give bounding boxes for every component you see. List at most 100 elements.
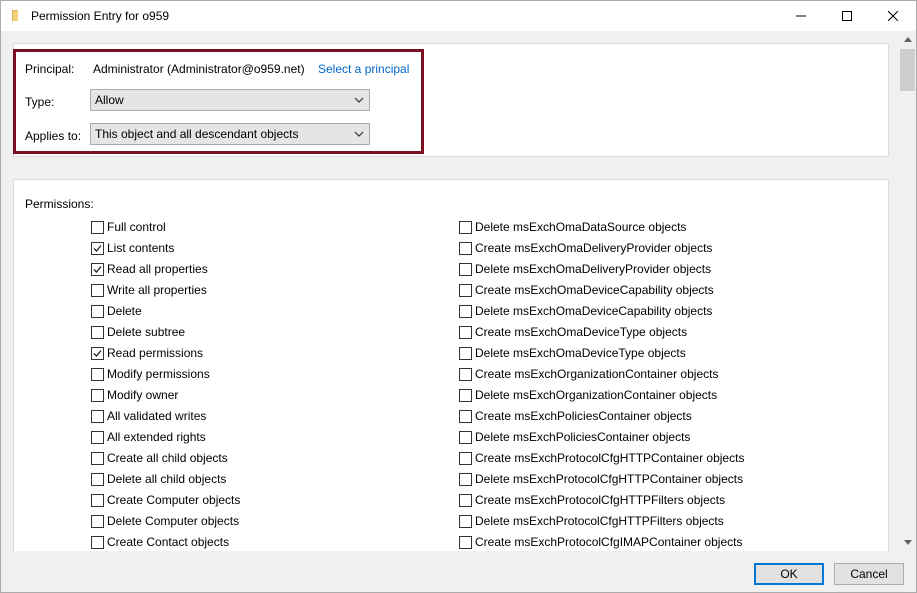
permission-item[interactable]: Create msExchOmaDeviceCapability objects bbox=[459, 282, 714, 298]
applies-to-select[interactable]: This object and all descendant objects bbox=[90, 123, 370, 145]
principal-label: Principal: bbox=[25, 62, 75, 76]
permission-checkbox[interactable] bbox=[459, 472, 472, 486]
applies-to-label: Applies to: bbox=[25, 129, 82, 143]
permission-checkbox[interactable] bbox=[91, 262, 104, 276]
permission-checkbox[interactable] bbox=[459, 367, 472, 381]
window-title: Permission Entry for o959 bbox=[31, 9, 170, 23]
permission-item[interactable]: List contents bbox=[91, 240, 174, 256]
permission-item[interactable]: Write all properties bbox=[91, 282, 207, 298]
permission-label: Delete bbox=[107, 304, 142, 318]
permission-item[interactable]: Create msExchOmaDeviceType objects bbox=[459, 324, 687, 340]
permission-item[interactable]: Create all child objects bbox=[91, 450, 228, 466]
permission-checkbox[interactable] bbox=[459, 409, 472, 423]
minimize-button[interactable] bbox=[778, 1, 824, 31]
permission-checkbox[interactable] bbox=[91, 388, 104, 402]
permission-item[interactable]: Create msExchProtocolCfgHTTPContainer ob… bbox=[459, 450, 744, 466]
permission-checkbox[interactable] bbox=[91, 472, 104, 486]
chevron-down-icon bbox=[354, 97, 364, 103]
permission-checkbox[interactable] bbox=[459, 346, 472, 360]
permission-item[interactable]: Modify owner bbox=[91, 387, 178, 403]
permission-item[interactable]: Delete all child objects bbox=[91, 471, 226, 487]
permission-checkbox[interactable] bbox=[91, 430, 104, 444]
permission-item[interactable]: Delete msExchProtocolCfgHTTPContainer ob… bbox=[459, 471, 743, 487]
permission-item[interactable]: Full control bbox=[91, 219, 166, 235]
permission-item[interactable]: All extended rights bbox=[91, 429, 206, 445]
checkmark-icon bbox=[93, 265, 102, 273]
permission-item[interactable]: All validated writes bbox=[91, 408, 206, 424]
permission-item[interactable]: Delete Computer objects bbox=[91, 513, 239, 529]
dialog-footer: OK Cancel bbox=[1, 551, 916, 592]
permissions-panel: Permissions: Full control List contents Re… bbox=[13, 179, 889, 551]
permissions-title: Permissions: bbox=[25, 197, 94, 211]
permission-item[interactable]: Create msExchPoliciesContainer objects bbox=[459, 408, 692, 424]
permission-item[interactable]: Delete subtree bbox=[91, 324, 185, 340]
permission-label: Delete msExchOrganizationContainer objec… bbox=[475, 388, 718, 402]
permission-label: Delete Computer objects bbox=[107, 514, 240, 528]
title-bar[interactable]: Permission Entry for o959 bbox=[1, 1, 916, 31]
permission-label: Create msExchProtocolCfgHTTPContainer ob… bbox=[475, 451, 745, 465]
permission-item[interactable]: Read permissions bbox=[91, 345, 203, 361]
type-select-value: Allow bbox=[95, 93, 124, 107]
permission-checkbox[interactable] bbox=[459, 451, 472, 465]
type-label: Type: bbox=[25, 95, 55, 109]
type-select[interactable]: Allow bbox=[90, 89, 370, 111]
permission-checkbox[interactable] bbox=[91, 535, 104, 549]
permission-item[interactable]: Create Contact objects bbox=[91, 534, 229, 550]
permission-item[interactable]: Delete msExchOmaDeliveryProvider objects bbox=[459, 261, 711, 277]
permission-checkbox[interactable] bbox=[91, 325, 104, 339]
principal-value: Administrator (Administrator@o959.net) bbox=[93, 62, 305, 76]
scroll-thumb[interactable] bbox=[900, 49, 915, 91]
ok-button[interactable]: OK bbox=[754, 563, 824, 585]
select-principal-link[interactable]: Select a principal bbox=[318, 62, 409, 76]
permission-item[interactable]: Delete msExchOmaDeviceCapability objects bbox=[459, 303, 712, 319]
permission-item[interactable]: Create Computer objects bbox=[91, 492, 240, 508]
permission-checkbox[interactable] bbox=[459, 283, 472, 297]
permission-item[interactable]: Delete msExchPoliciesContainer objects bbox=[459, 429, 690, 445]
permission-entry-window: Permission Entry for o959 Principal: Adm… bbox=[0, 0, 917, 593]
maximize-button[interactable] bbox=[824, 1, 870, 31]
permission-item[interactable]: Delete msExchOrganizationContainer objec… bbox=[459, 387, 717, 403]
permission-checkbox[interactable] bbox=[459, 388, 472, 402]
permission-checkbox[interactable] bbox=[91, 346, 104, 360]
close-button[interactable] bbox=[870, 1, 916, 31]
permission-checkbox[interactable] bbox=[459, 241, 472, 255]
scroll-down-button[interactable] bbox=[899, 534, 916, 551]
cancel-button[interactable]: Cancel bbox=[834, 563, 904, 585]
permission-checkbox[interactable] bbox=[459, 430, 472, 444]
permission-item[interactable]: Create msExchProtocolCfgHTTPFilters obje… bbox=[459, 492, 725, 508]
permission-checkbox[interactable] bbox=[91, 409, 104, 423]
permission-checkbox[interactable] bbox=[459, 220, 472, 234]
permission-label: List contents bbox=[107, 241, 175, 255]
permission-checkbox[interactable] bbox=[91, 367, 104, 381]
permission-checkbox[interactable] bbox=[91, 283, 104, 297]
permission-label: Create msExchProtocolCfgIMAPContainer ob… bbox=[475, 535, 743, 549]
permission-item[interactable]: Create msExchProtocolCfgIMAPContainer ob… bbox=[459, 534, 742, 550]
permission-checkbox[interactable] bbox=[91, 514, 104, 528]
dialog-content: Principal: Administrator (Administrator@… bbox=[1, 31, 899, 551]
permission-label: Delete msExchOmaDataSource objects bbox=[475, 220, 687, 234]
permission-checkbox[interactable] bbox=[459, 514, 472, 528]
permission-item[interactable]: Delete msExchProtocolCfgHTTPFilters obje… bbox=[459, 513, 724, 529]
permission-checkbox[interactable] bbox=[91, 304, 104, 318]
permission-checkbox[interactable] bbox=[459, 535, 472, 549]
permission-checkbox[interactable] bbox=[459, 325, 472, 339]
permission-checkbox[interactable] bbox=[459, 304, 472, 318]
permission-checkbox[interactable] bbox=[459, 262, 472, 276]
permission-checkbox[interactable] bbox=[91, 451, 104, 465]
permission-item[interactable]: Read all properties bbox=[91, 261, 208, 277]
permission-checkbox[interactable] bbox=[91, 220, 104, 234]
permission-checkbox[interactable] bbox=[459, 493, 472, 507]
applies-to-select-value: This object and all descendant objects bbox=[95, 127, 299, 141]
permission-checkbox[interactable] bbox=[91, 493, 104, 507]
permission-item[interactable]: Delete msExchOmaDeviceType objects bbox=[459, 345, 686, 361]
scroll-up-button[interactable] bbox=[899, 31, 916, 48]
permission-item[interactable]: Create msExchOmaDeliveryProvider objects bbox=[459, 240, 712, 256]
permission-label: Create msExchOrganizationContainer objec… bbox=[475, 367, 719, 381]
permission-checkbox[interactable] bbox=[91, 241, 104, 255]
permission-label: Create Computer objects bbox=[107, 493, 241, 507]
permission-item[interactable]: Delete bbox=[91, 303, 142, 319]
permission-item[interactable]: Modify permissions bbox=[91, 366, 210, 382]
permission-item[interactable]: Delete msExchOmaDataSource objects bbox=[459, 219, 686, 235]
permission-item[interactable]: Create msExchOrganizationContainer objec… bbox=[459, 366, 718, 382]
vertical-scrollbar[interactable] bbox=[899, 31, 916, 551]
